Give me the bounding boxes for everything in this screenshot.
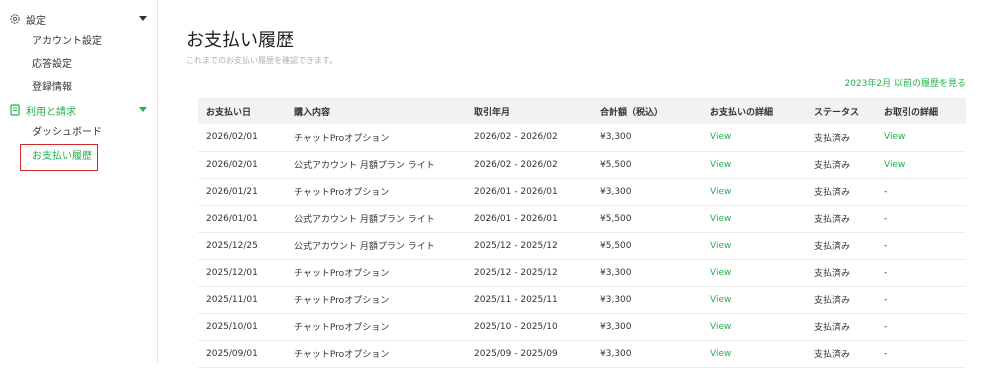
gear-icon — [9, 13, 21, 25]
payment-date-cell: 2025/11/01 — [206, 294, 258, 305]
status-cell: 支払済み — [814, 296, 851, 306]
previous-history-link[interactable]: 2023年2月 以前の履歴を見る — [845, 76, 967, 89]
table-row: 2026/02/01 公式アカウント 月額プラン ライト 2026/02 - 202… — [198, 151, 966, 178]
total-cell: ¥3,300 — [600, 186, 632, 197]
payment-details-link[interactable]: View — [702, 286, 806, 313]
payment-details-link[interactable]: View — [702, 259, 806, 286]
col-header-status: ステータス — [814, 107, 860, 118]
sidebar-item-registration-info[interactable]: 登録情報 — [32, 81, 72, 95]
total-cell: ¥5,500 — [600, 159, 632, 170]
payment-history-table: お支払い日 購入内容 取引年月 合計額（税込） お支払いの詳細 ステータス お取… — [198, 98, 966, 368]
page-title: お支払い履歴 — [186, 30, 294, 51]
payment-date-cell: 2025/10/01 — [206, 321, 258, 332]
page-subtitle: これまでのお支払い履歴を確認できます。 — [186, 56, 338, 65]
total-cell: ¥3,300 — [600, 132, 632, 143]
payment-date-cell: 2026/01/01 — [206, 213, 258, 224]
payment-date-cell: 2026/02/01 — [206, 132, 258, 143]
payment-details-link[interactable]: View — [702, 205, 806, 232]
payment-details-link[interactable]: View — [702, 232, 806, 259]
status-cell: 支払済み — [814, 242, 851, 252]
col-header-period: 取引年月 — [474, 107, 511, 118]
status-cell: 支払済み — [814, 188, 851, 198]
transaction-details-cell: - — [884, 267, 888, 278]
period-cell: 2025/11 - 2025/11 — [474, 294, 558, 305]
highlight-annotation-box — [20, 144, 98, 171]
period-cell: 2026/02 - 2026/02 — [474, 132, 558, 143]
total-cell: ¥3,300 — [600, 267, 632, 278]
purchase-cell: チャットProオプション — [294, 133, 390, 144]
col-header-total: 合計額（税込） — [600, 107, 664, 118]
sidebar-item-dashboard[interactable]: ダッシュボード — [32, 126, 102, 140]
table-row: 2025/12/01 チャットProオプション 2025/12 - 2025/12 ¥… — [198, 259, 966, 286]
sidebar-item-account-settings[interactable]: アカウント設定 — [32, 35, 102, 49]
col-header-payment-date: お支払い日 — [206, 107, 252, 118]
sidebar: 設定 アカウント設定 応答設定 登録情報 利用と請求 ダッシュボード お支払い履… — [0, 0, 158, 363]
total-cell: ¥5,500 — [600, 240, 632, 251]
transaction-details-cell: - — [884, 240, 888, 251]
purchase-cell: チャットProオプション — [294, 188, 390, 198]
purchase-cell: チャットProオプション — [294, 323, 390, 333]
payment-details-link[interactable]: View — [702, 151, 806, 178]
document-icon — [9, 104, 21, 116]
period-cell: 2026/01 - 2026/01 — [474, 213, 558, 224]
total-cell: ¥3,300 — [600, 321, 632, 332]
status-cell: 支払済み — [814, 323, 851, 333]
chevron-down-icon — [139, 107, 147, 112]
purchase-cell: 公式アカウント 月額プラン ライト — [294, 242, 435, 252]
table-row: 2026/01/01 公式アカウント 月額プラン ライト 2026/01 - 202… — [198, 205, 966, 232]
payment-details-link[interactable]: View — [702, 313, 806, 340]
table-row: 2026/01/21 チャットProオプション 2026/01 - 2026/01 ¥… — [198, 178, 966, 205]
purchase-cell: チャットProオプション — [294, 296, 390, 306]
table-row: 2025/10/01 チャットProオプション 2025/10 - 2025/10 ¥… — [198, 313, 966, 340]
col-header-transaction-details: お取引の詳細 — [884, 107, 939, 118]
period-cell: 2025/12 - 2025/12 — [474, 267, 558, 278]
purchase-cell: 公式アカウント 月額プラン ライト — [294, 161, 435, 171]
col-header-payment-details: お支払いの詳細 — [710, 107, 774, 118]
payment-date-cell: 2026/02/01 — [206, 159, 258, 170]
payment-date-cell: 2025/12/01 — [206, 267, 258, 278]
transaction-details-cell: - — [884, 321, 888, 332]
purchase-cell: 公式アカウント 月額プラン ライト — [294, 215, 435, 225]
payment-date-cell: 2025/12/25 — [206, 240, 258, 251]
total-cell: ¥3,300 — [600, 294, 632, 305]
total-cell: ¥5,500 — [600, 213, 632, 224]
period-cell: 2025/12 - 2025/12 — [474, 240, 558, 251]
table-row: 2026/02/01 チャットProオプション 2026/02 - 2026/02 ¥… — [198, 124, 966, 151]
payment-date-cell: 2026/01/21 — [206, 186, 258, 197]
sidebar-section-settings[interactable]: 設定 — [9, 11, 147, 27]
sidebar-section-billing[interactable]: 利用と請求 — [9, 102, 147, 118]
sidebar-section-settings-label: 設定 — [26, 15, 46, 27]
period-cell: 2026/01 - 2026/01 — [474, 186, 558, 197]
main-content: お支払い履歴 これまでのお支払い履歴を確認できます。 2023年2月 以前の履歴… — [158, 0, 996, 367]
col-header-purchase: 購入内容 — [294, 107, 331, 118]
transaction-details-cell: - — [884, 294, 888, 305]
period-cell: 2025/10 - 2025/10 — [474, 321, 558, 332]
period-cell: 2026/02 - 2026/02 — [474, 159, 558, 170]
transaction-details-link[interactable]: View — [876, 124, 966, 151]
sidebar-item-response-settings[interactable]: 応答設定 — [32, 58, 72, 72]
payment-details-link[interactable]: View — [702, 178, 806, 205]
status-cell: 支払済み — [814, 133, 851, 144]
transaction-details-link[interactable]: View — [876, 151, 966, 178]
status-cell: 支払済み — [814, 161, 851, 171]
transaction-details-cell: - — [884, 186, 888, 197]
purchase-cell: チャットProオプション — [294, 269, 390, 279]
payment-details-link[interactable]: View — [702, 124, 806, 151]
chevron-down-icon — [139, 16, 147, 21]
sidebar-section-billing-label: 利用と請求 — [26, 106, 76, 118]
table-row: 2025/12/25 公式アカウント 月額プラン ライト 2025/12 - 202… — [198, 232, 966, 259]
transaction-details-cell: - — [884, 213, 888, 224]
status-cell: 支払済み — [814, 269, 851, 279]
status-cell: 支払済み — [814, 215, 851, 225]
table-header-row: お支払い日 購入内容 取引年月 合計額（税込） お支払いの詳細 ステータス お取… — [198, 98, 966, 124]
table-row: 2025/11/01 チャットProオプション 2025/11 - 2025/11 ¥… — [198, 286, 966, 313]
